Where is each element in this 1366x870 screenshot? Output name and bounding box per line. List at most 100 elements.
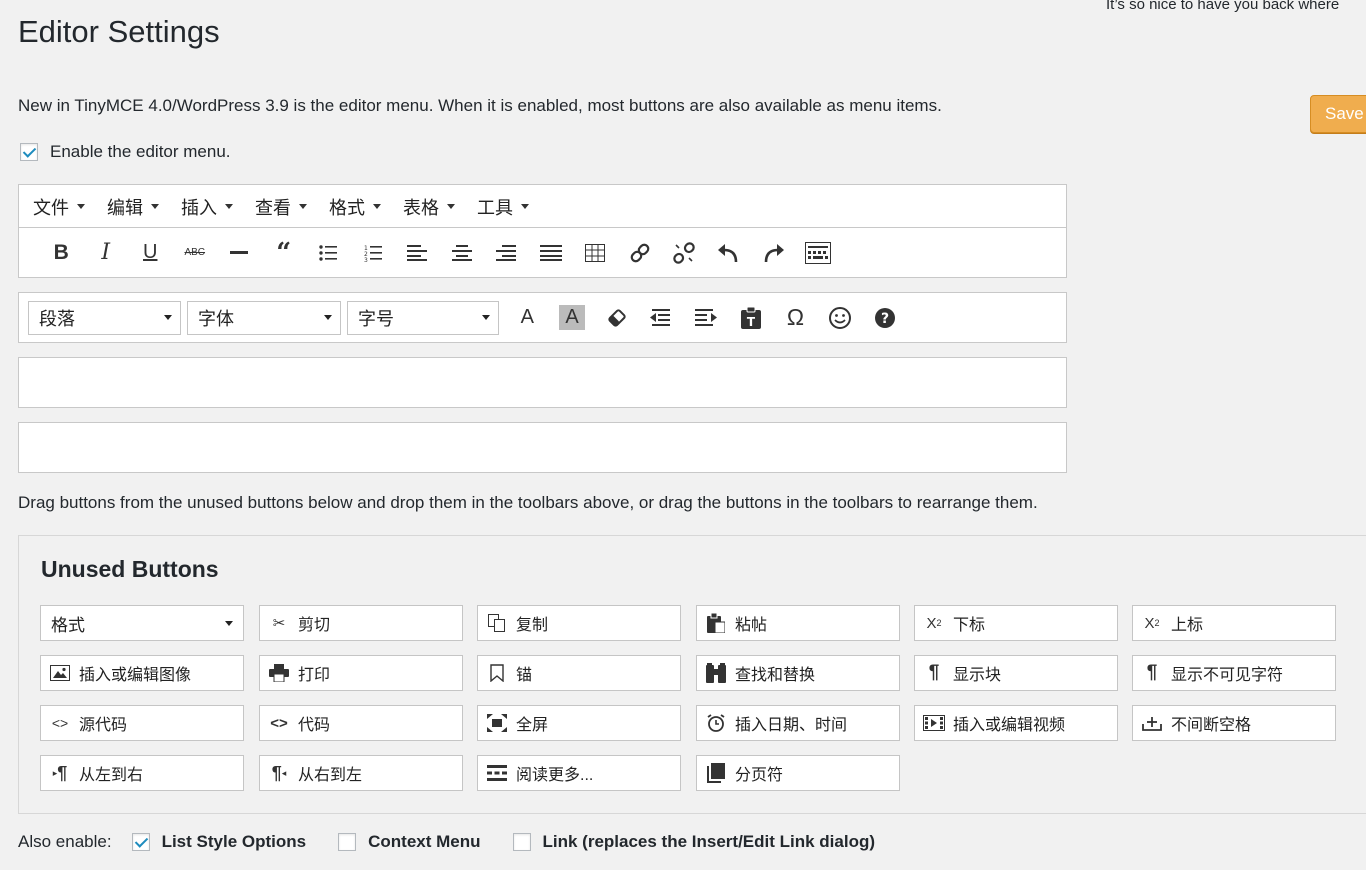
menu-table[interactable]: 表格 [403, 194, 455, 220]
redo-icon[interactable] [751, 236, 796, 270]
menu-insert-label: 插入 [181, 197, 217, 218]
unused-button-search-replace[interactable]: 查找和替换 [696, 655, 900, 691]
unused-button-label: 复制 [516, 617, 549, 634]
text-color-icon[interactable]: A [505, 301, 550, 335]
paragraph-select-value: 段落 [39, 308, 75, 329]
horizontal-rule-icon[interactable] [217, 236, 262, 270]
editor-toolbar-2: 段落 字体 字号 A A T Ω ? [18, 292, 1067, 343]
menu-tools[interactable]: 工具 [477, 194, 529, 220]
unused-button-page-break[interactable]: 分页符 [696, 755, 900, 791]
list-style-options-checkbox[interactable] [131, 833, 150, 851]
unused-button-label: 源代码 [79, 717, 128, 734]
link-option-checkbox[interactable] [512, 833, 531, 851]
enable-menu-checkbox[interactable] [20, 143, 38, 161]
bookmark-icon [486, 663, 508, 683]
unused-button-label: 阅读更多... [516, 767, 594, 784]
unused-button-code[interactable]: <> 代码 [259, 705, 463, 741]
unused-button-superscript[interactable]: X 2 上标 [1132, 605, 1336, 641]
binoculars-icon [705, 663, 727, 683]
save-button[interactable]: Save [1310, 95, 1366, 133]
bold-icon[interactable]: B [39, 236, 84, 270]
align-left-icon[interactable] [395, 236, 440, 270]
unused-button-subscript[interactable]: X 2 下标 [914, 605, 1118, 641]
emoticon-icon[interactable] [818, 301, 863, 335]
outdent-icon[interactable] [639, 301, 684, 335]
unused-button-image[interactable]: 插入或编辑图像 [40, 655, 244, 691]
print-icon [268, 663, 290, 683]
background-color-icon[interactable]: A [550, 301, 595, 335]
help-icon[interactable]: ? [863, 301, 908, 335]
editor-menubar: 文件 编辑 插入 查看 格式 表格 工具 [18, 184, 1067, 228]
align-center-icon[interactable] [440, 236, 485, 270]
unused-button-label: 代码 [298, 717, 331, 734]
menu-format[interactable]: 格式 [329, 194, 381, 220]
unused-button-ltr[interactable]: ▸ ¶ 从左到右 [40, 755, 244, 791]
unused-button-anchor[interactable]: 锚 [477, 655, 681, 691]
unused-button-nonbreaking[interactable]: 不间断空格 [1132, 705, 1336, 741]
drag-instructions: Drag buttons from the unused buttons bel… [18, 493, 1038, 512]
paragraph-select[interactable]: 段落 [28, 300, 181, 335]
align-justify-icon[interactable] [529, 236, 574, 270]
unused-button-read-more[interactable]: 阅读更多... [477, 755, 681, 791]
bullet-list-icon[interactable] [306, 236, 351, 270]
indent-icon[interactable] [684, 301, 729, 335]
editor-toolbar-4[interactable] [18, 422, 1067, 473]
underline-icon[interactable]: U [128, 236, 173, 270]
caret-down-icon [324, 315, 332, 320]
paste-text-icon[interactable]: T [728, 301, 773, 335]
unused-button-insert-datetime[interactable]: 插入日期、时间 [696, 705, 900, 741]
pilcrow-icon: ¶ [928, 662, 940, 683]
unused-button-print[interactable]: 打印 [259, 655, 463, 691]
font-size-select-value: 字号 [358, 308, 394, 329]
caret-down-icon [373, 204, 381, 209]
unused-button-media[interactable]: 插入或编辑视频 [914, 705, 1118, 741]
unused-button-label: 从左到右 [79, 767, 144, 784]
unused-button-cut[interactable]: ✂ 剪切 [259, 605, 463, 641]
unused-button-copy[interactable]: 复制 [477, 605, 681, 641]
caret-down-icon [447, 204, 455, 209]
italic-icon[interactable]: I [84, 236, 129, 270]
menu-edit[interactable]: 编辑 [107, 194, 159, 220]
caret-down-icon [225, 204, 233, 209]
unused-button-label: 插入或编辑图像 [79, 667, 192, 684]
unused-format-label: 格式 [51, 615, 85, 635]
intro-text: New in TinyMCE 4.0/WordPress 3.9 is the … [18, 96, 942, 115]
unused-button-rtl[interactable]: ¶ ◂ 从右到左 [259, 755, 463, 791]
menu-insert[interactable]: 插入 [181, 194, 233, 220]
omega-icon[interactable]: Ω [773, 301, 818, 335]
page-title: Editor Settings [18, 14, 220, 49]
page-break-icon [705, 763, 727, 783]
menu-file[interactable]: 文件 [33, 194, 85, 220]
unused-button-label: 分页符 [735, 767, 784, 784]
menu-view[interactable]: 查看 [255, 194, 307, 220]
editor-toolbar-3[interactable] [18, 357, 1067, 408]
unused-button-show-blocks[interactable]: ¶ 显示块 [914, 655, 1118, 691]
unused-button-fullscreen[interactable]: 全屏 [477, 705, 681, 741]
video-icon [923, 713, 945, 733]
table-icon[interactable] [573, 236, 618, 270]
undo-icon[interactable] [707, 236, 752, 270]
unused-format-select[interactable]: 格式 [40, 605, 244, 641]
unlink-icon[interactable] [662, 236, 707, 270]
link-icon[interactable] [618, 236, 663, 270]
code-icon: <> [51, 715, 69, 731]
font-family-select[interactable]: 字体 [187, 300, 341, 335]
eraser-icon[interactable] [594, 301, 639, 335]
caret-down-icon [164, 315, 172, 320]
unused-button-source-code[interactable]: <> 源代码 [40, 705, 244, 741]
strikethrough-icon[interactable]: ABC [173, 236, 218, 270]
blockquote-icon[interactable]: “ [262, 236, 307, 270]
unused-button-visual-chars[interactable]: ¶ 显示不可见字符 [1132, 655, 1336, 691]
numbered-list-icon[interactable]: 123 [351, 236, 396, 270]
font-size-select[interactable]: 字号 [347, 300, 499, 335]
unused-button-paste[interactable]: 粘帖 [696, 605, 900, 641]
also-enable-label: Also enable: [18, 832, 112, 851]
align-right-icon[interactable] [484, 236, 529, 270]
context-menu-checkbox[interactable] [338, 833, 357, 851]
keyboard-icon[interactable] [796, 236, 841, 270]
code-bold-icon: <> [270, 714, 288, 732]
unused-button-label: 插入或编辑视频 [953, 717, 1066, 734]
read-more-icon [486, 763, 508, 783]
fullscreen-icon [486, 713, 508, 733]
enable-menu-row[interactable]: Enable the editor menu. [20, 142, 231, 162]
